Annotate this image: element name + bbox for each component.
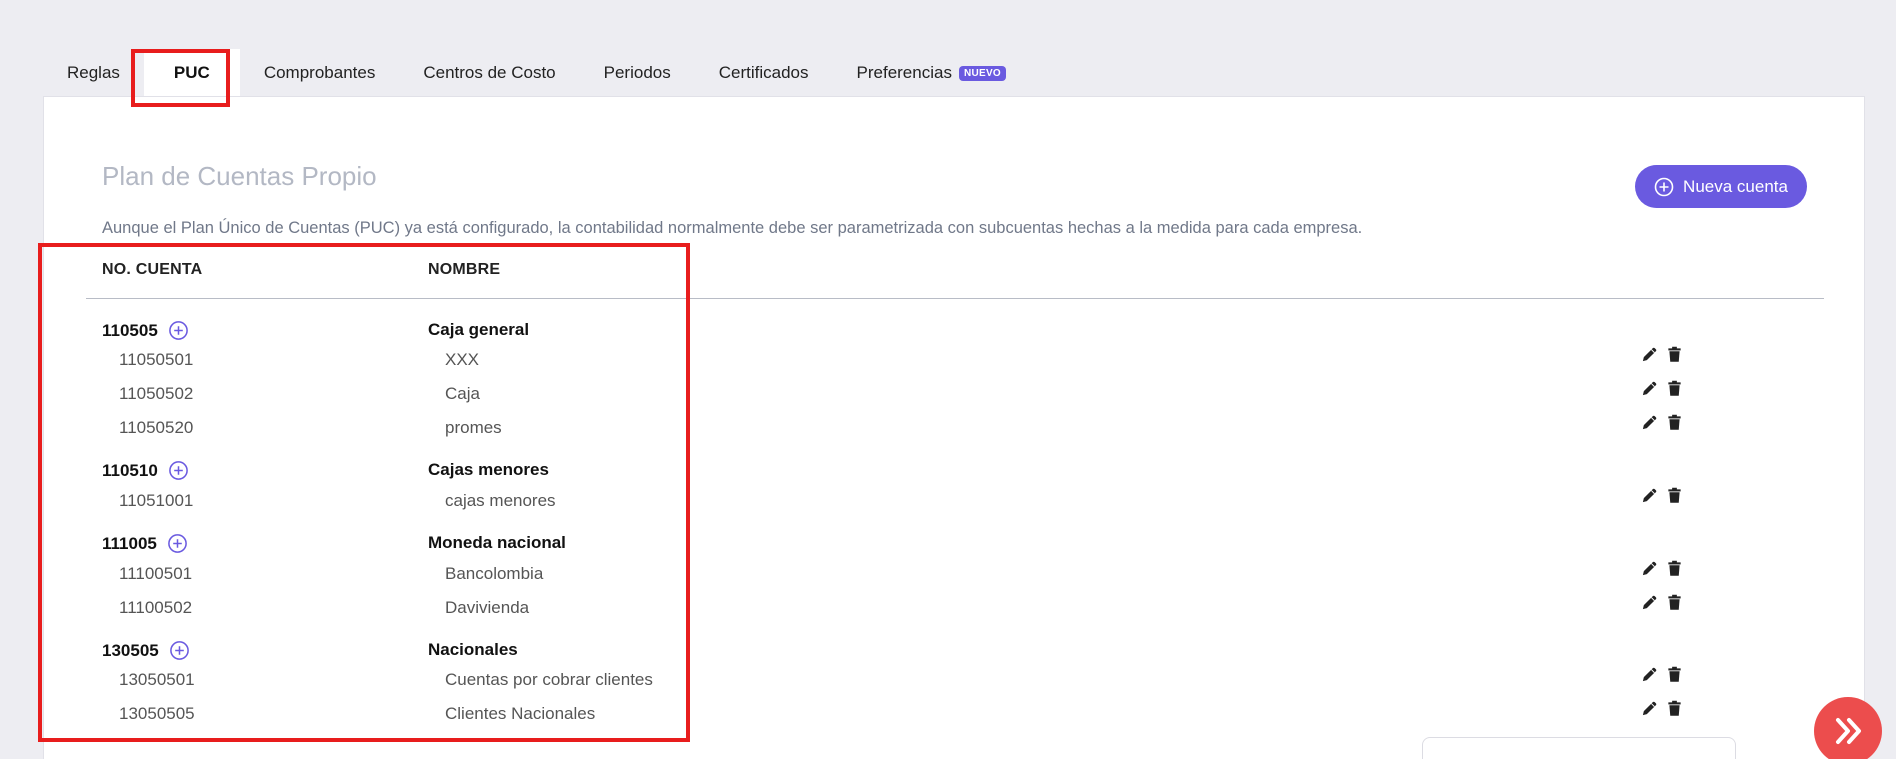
column-header-name: NOMBRE xyxy=(428,261,501,278)
subaccount-name: cajas menores xyxy=(445,491,556,510)
trash-icon[interactable] xyxy=(1666,560,1683,577)
trash-icon[interactable] xyxy=(1666,487,1683,504)
table-row: 11100501 Bancolombia xyxy=(44,560,1864,588)
subaccount-name: Bancolombia xyxy=(445,564,544,583)
subaccount-name: Caja xyxy=(445,384,480,403)
account-name: Cajas menores xyxy=(428,460,549,479)
pencil-icon[interactable] xyxy=(1641,594,1658,611)
pencil-icon[interactable] xyxy=(1641,487,1658,504)
tab-label: Comprobantes xyxy=(263,63,376,82)
page-title: Plan de Cuentas Propio xyxy=(102,161,377,191)
account-name: Moneda nacional xyxy=(428,533,566,552)
subaccount-code: 11100501 xyxy=(119,564,193,583)
tab-puc[interactable]: PUC xyxy=(143,49,240,97)
trash-icon[interactable] xyxy=(1666,700,1683,717)
plus-circle-icon[interactable] xyxy=(168,460,189,481)
pencil-icon[interactable] xyxy=(1641,666,1658,683)
subaccount-name: promes xyxy=(445,418,502,437)
account-name: Caja general xyxy=(428,320,530,339)
column-header-code: NO. CUENTA xyxy=(102,261,203,278)
pagination xyxy=(1422,737,1736,759)
header-divider xyxy=(86,298,1824,299)
floating-action-button[interactable] xyxy=(1814,697,1882,759)
tab-preferencias[interactable]: Preferencias NUEVO xyxy=(833,49,1031,97)
subaccount-code: 11100502 xyxy=(119,598,193,617)
row-actions xyxy=(1641,560,1683,577)
trash-icon[interactable] xyxy=(1666,346,1683,363)
subaccount-name: Davivienda xyxy=(445,598,530,617)
table-row: 11050501 XXX xyxy=(44,346,1864,374)
account-code-text: 110505 xyxy=(102,320,158,340)
account-group-row: 130505 Nacionales xyxy=(44,640,1864,664)
row-actions xyxy=(1641,487,1683,504)
subaccount-code: 13050501 xyxy=(119,670,195,689)
pencil-icon[interactable] xyxy=(1641,414,1658,431)
subaccount-code: 11050520 xyxy=(119,418,194,437)
tab-label: Certificados xyxy=(718,63,809,82)
tab-label: Periodos xyxy=(603,63,671,82)
pencil-icon[interactable] xyxy=(1641,380,1658,397)
pencil-icon[interactable] xyxy=(1641,346,1658,363)
subaccount-name: Cuentas por cobrar clientes xyxy=(445,670,653,689)
tab-certificados[interactable]: Certificados xyxy=(695,49,833,97)
row-actions xyxy=(1641,414,1683,431)
account-group-row: 111005 Moneda nacional xyxy=(44,533,1864,557)
tab-label: PUC xyxy=(173,63,210,82)
tab-periodos[interactable]: Periodos xyxy=(580,49,695,97)
tab-comprobantes[interactable]: Comprobantes xyxy=(240,49,400,97)
page-description: Aunque el Plan Único de Cuentas (PUC) ya… xyxy=(102,219,1363,237)
row-actions xyxy=(1641,594,1683,611)
subaccount-name: XXX xyxy=(445,350,480,369)
account-code-text: 110510 xyxy=(102,460,158,480)
table-row: 11051001 cajas menores xyxy=(44,487,1864,515)
subaccount-code: 11051001 xyxy=(119,491,194,510)
row-actions xyxy=(1641,346,1683,363)
double-chevron-right-icon xyxy=(1836,718,1861,744)
table-row: 11050520 promes xyxy=(44,414,1864,442)
table-row: 11050502 Caja xyxy=(44,380,1864,408)
pencil-icon[interactable] xyxy=(1641,560,1658,577)
account-name: Nacionales xyxy=(428,640,518,659)
trash-icon[interactable] xyxy=(1666,666,1683,683)
tab-label: Preferencias xyxy=(856,63,952,82)
account-group-row: 110505 Caja general xyxy=(44,320,1864,344)
account-code: 111005 xyxy=(102,533,188,554)
new-badge: NUEVO xyxy=(958,65,1007,81)
new-account-label: Nueva cuenta xyxy=(1683,176,1788,196)
plus-circle-icon[interactable] xyxy=(167,533,188,554)
trash-icon[interactable] xyxy=(1666,594,1683,611)
subaccount-code: 13050505 xyxy=(119,704,195,723)
plus-circle-icon[interactable] xyxy=(169,640,190,661)
subaccount-code: 11050502 xyxy=(119,384,194,403)
row-actions xyxy=(1641,700,1683,717)
row-actions xyxy=(1641,380,1683,397)
new-account-button[interactable]: Nueva cuenta xyxy=(1635,165,1807,208)
account-code: 110505 xyxy=(102,320,189,341)
plus-circle-icon xyxy=(1654,177,1674,196)
account-group-row: 110510 Cajas menores xyxy=(44,460,1864,484)
tab-bar: Reglas PUC Comprobantes Centros de Costo… xyxy=(43,49,1030,97)
account-code: 110510 xyxy=(102,460,189,481)
subaccount-name: Clientes Nacionales xyxy=(445,704,596,723)
account-code-text: 111005 xyxy=(102,533,157,553)
table-row: 11100502 Davivienda xyxy=(44,594,1864,622)
tab-reglas[interactable]: Reglas xyxy=(43,49,144,97)
tab-centros-de-costo[interactable]: Centros de Costo xyxy=(399,49,579,97)
pencil-icon[interactable] xyxy=(1641,700,1658,717)
account-code: 130505 xyxy=(102,640,190,661)
account-code-text: 130505 xyxy=(102,640,159,660)
trash-icon[interactable] xyxy=(1666,414,1683,431)
table-row: 13050505 Clientes Nacionales xyxy=(44,700,1864,728)
table-row: 13050501 Cuentas por cobrar clientes xyxy=(44,666,1864,694)
trash-icon[interactable] xyxy=(1666,380,1683,397)
plus-circle-icon[interactable] xyxy=(168,320,189,341)
subaccount-code: 11050501 xyxy=(119,350,194,369)
row-actions xyxy=(1641,666,1683,683)
tab-label: Reglas xyxy=(67,63,120,82)
tab-label: Centros de Costo xyxy=(423,63,556,82)
puc-panel: Plan de Cuentas Propio Aunque el Plan Ún… xyxy=(43,96,1865,759)
